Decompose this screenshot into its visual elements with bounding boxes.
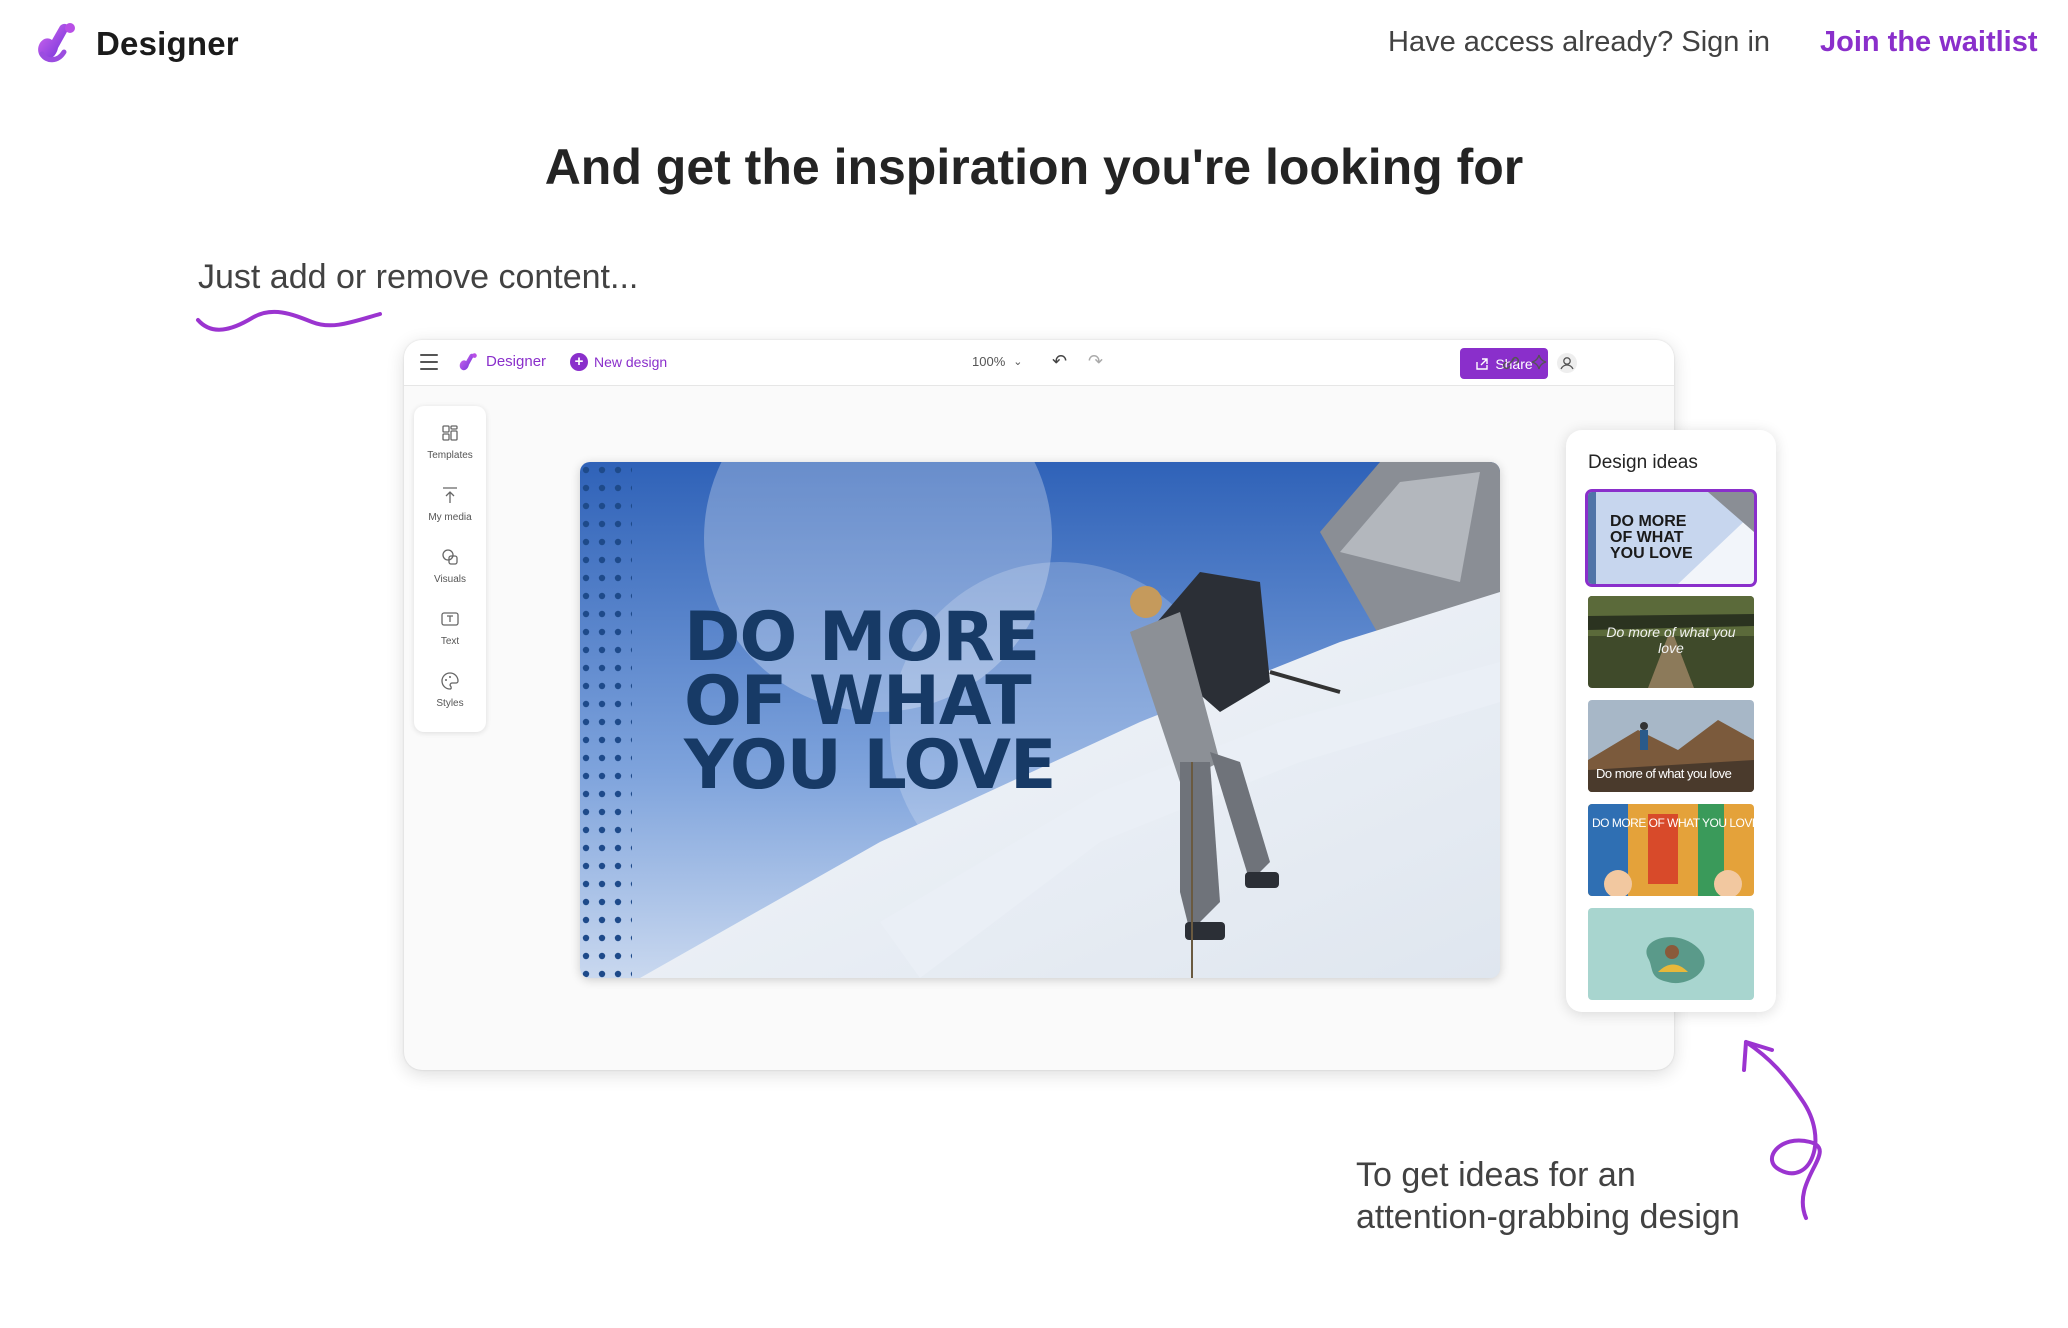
canvas-headline[interactable]: DO MORE OF WHAT YOU LOVE	[684, 604, 1056, 800]
templates-icon	[442, 425, 458, 441]
caption-ideas: To get ideas for an attention-grabbing d…	[1356, 1154, 1740, 1238]
sign-in-link[interactable]: Have access already? Sign in	[1388, 26, 1770, 59]
rail-label-templates: Templates	[427, 450, 473, 461]
caption-add-remove: Just add or remove content...	[198, 258, 639, 296]
rail-item-templates[interactable]: Templates	[414, 422, 486, 461]
zoom-dropdown[interactable]: 100% ⌄	[972, 354, 1022, 369]
brand-name: Designer	[96, 25, 239, 62]
caption-ideas-line-1: To get ideas for an	[1356, 1156, 1636, 1194]
rail-label-styles: Styles	[436, 698, 464, 709]
redo-icon[interactable]: ↷	[1088, 351, 1103, 372]
app-name: Designer	[486, 353, 547, 370]
idea-1-text: DO MORE OF WHAT YOU LOVE	[1610, 513, 1693, 562]
new-design-button[interactable]: + New design	[570, 353, 667, 371]
design-idea-thumbnail-5[interactable]	[1588, 908, 1754, 1000]
rail-item-my-media[interactable]: My media	[414, 484, 486, 523]
idea-5-preview	[1588, 908, 1754, 1000]
undo-icon[interactable]: ↶	[1052, 351, 1067, 372]
design-ideas-title: Design ideas	[1588, 452, 1698, 473]
design-idea-thumbnail-3[interactable]: Do more of what you love	[1588, 700, 1754, 792]
styles-icon	[441, 672, 459, 690]
chevron-down-icon: ⌄	[1013, 356, 1023, 368]
text-icon	[441, 612, 459, 626]
idea-4-text: DO MORE OF WHAT YOU LOVE	[1592, 816, 1754, 830]
design-idea-thumbnail-4[interactable]: DO MORE OF WHAT YOU LOVE	[1588, 804, 1754, 896]
app-window-mock: Designer + New design 100% ⌄ ↶ ↷ Share T…	[404, 340, 1674, 1070]
page-headline: And get the inspiration you're looking f…	[544, 139, 1524, 195]
link-icon[interactable]	[1500, 352, 1522, 374]
idea-3-text: Do more of what you love	[1596, 766, 1732, 781]
new-design-label: New design	[594, 354, 668, 370]
app-logo-icon	[459, 353, 477, 371]
caption-ideas-line-2: attention-grabbing design	[1356, 1198, 1740, 1236]
design-ideas-panel: Design ideas DO MORE OF WHAT YOU LOVE Do…	[1566, 430, 1776, 1012]
design-idea-thumbnail-2[interactable]: Do more of what you love	[1588, 596, 1754, 688]
top-nav: Designer Have access already? Sign in Jo…	[0, 0, 2068, 94]
visuals-icon	[442, 549, 458, 565]
share-icon	[1476, 357, 1489, 370]
plus-icon: +	[570, 353, 588, 371]
squiggle-underline-decoration	[196, 309, 382, 332]
rail-label-text: Text	[440, 636, 460, 647]
join-waitlist-link[interactable]: Join the waitlist	[1820, 26, 2038, 59]
zoom-value: 100%	[972, 354, 1006, 369]
design-idea-thumbnail-1[interactable]: DO MORE OF WHAT YOU LOVE	[1585, 489, 1757, 587]
app-toolbar: Designer + New design 100% ⌄ ↶ ↷ Share	[404, 340, 1674, 386]
upload-icon	[443, 487, 457, 503]
sparkle-icon[interactable]	[1528, 352, 1550, 374]
tool-rail: Templates My media Visuals Text Styles	[414, 406, 486, 732]
idea-2-text: Do more of what you love	[1606, 624, 1736, 656]
designer-logo-icon	[38, 23, 75, 63]
account-icon[interactable]	[1556, 352, 1578, 374]
rail-item-text[interactable]: Text	[414, 608, 486, 647]
menu-icon[interactable]	[420, 354, 438, 370]
design-canvas[interactable]: DO MORE OF WHAT YOU LOVE	[580, 462, 1500, 978]
rail-item-visuals[interactable]: Visuals	[414, 546, 486, 585]
rail-item-styles[interactable]: Styles	[414, 670, 486, 709]
brand[interactable]: Designer	[30, 16, 239, 72]
rail-label-my-media: My media	[428, 512, 472, 523]
rail-label-visuals: Visuals	[433, 574, 467, 585]
